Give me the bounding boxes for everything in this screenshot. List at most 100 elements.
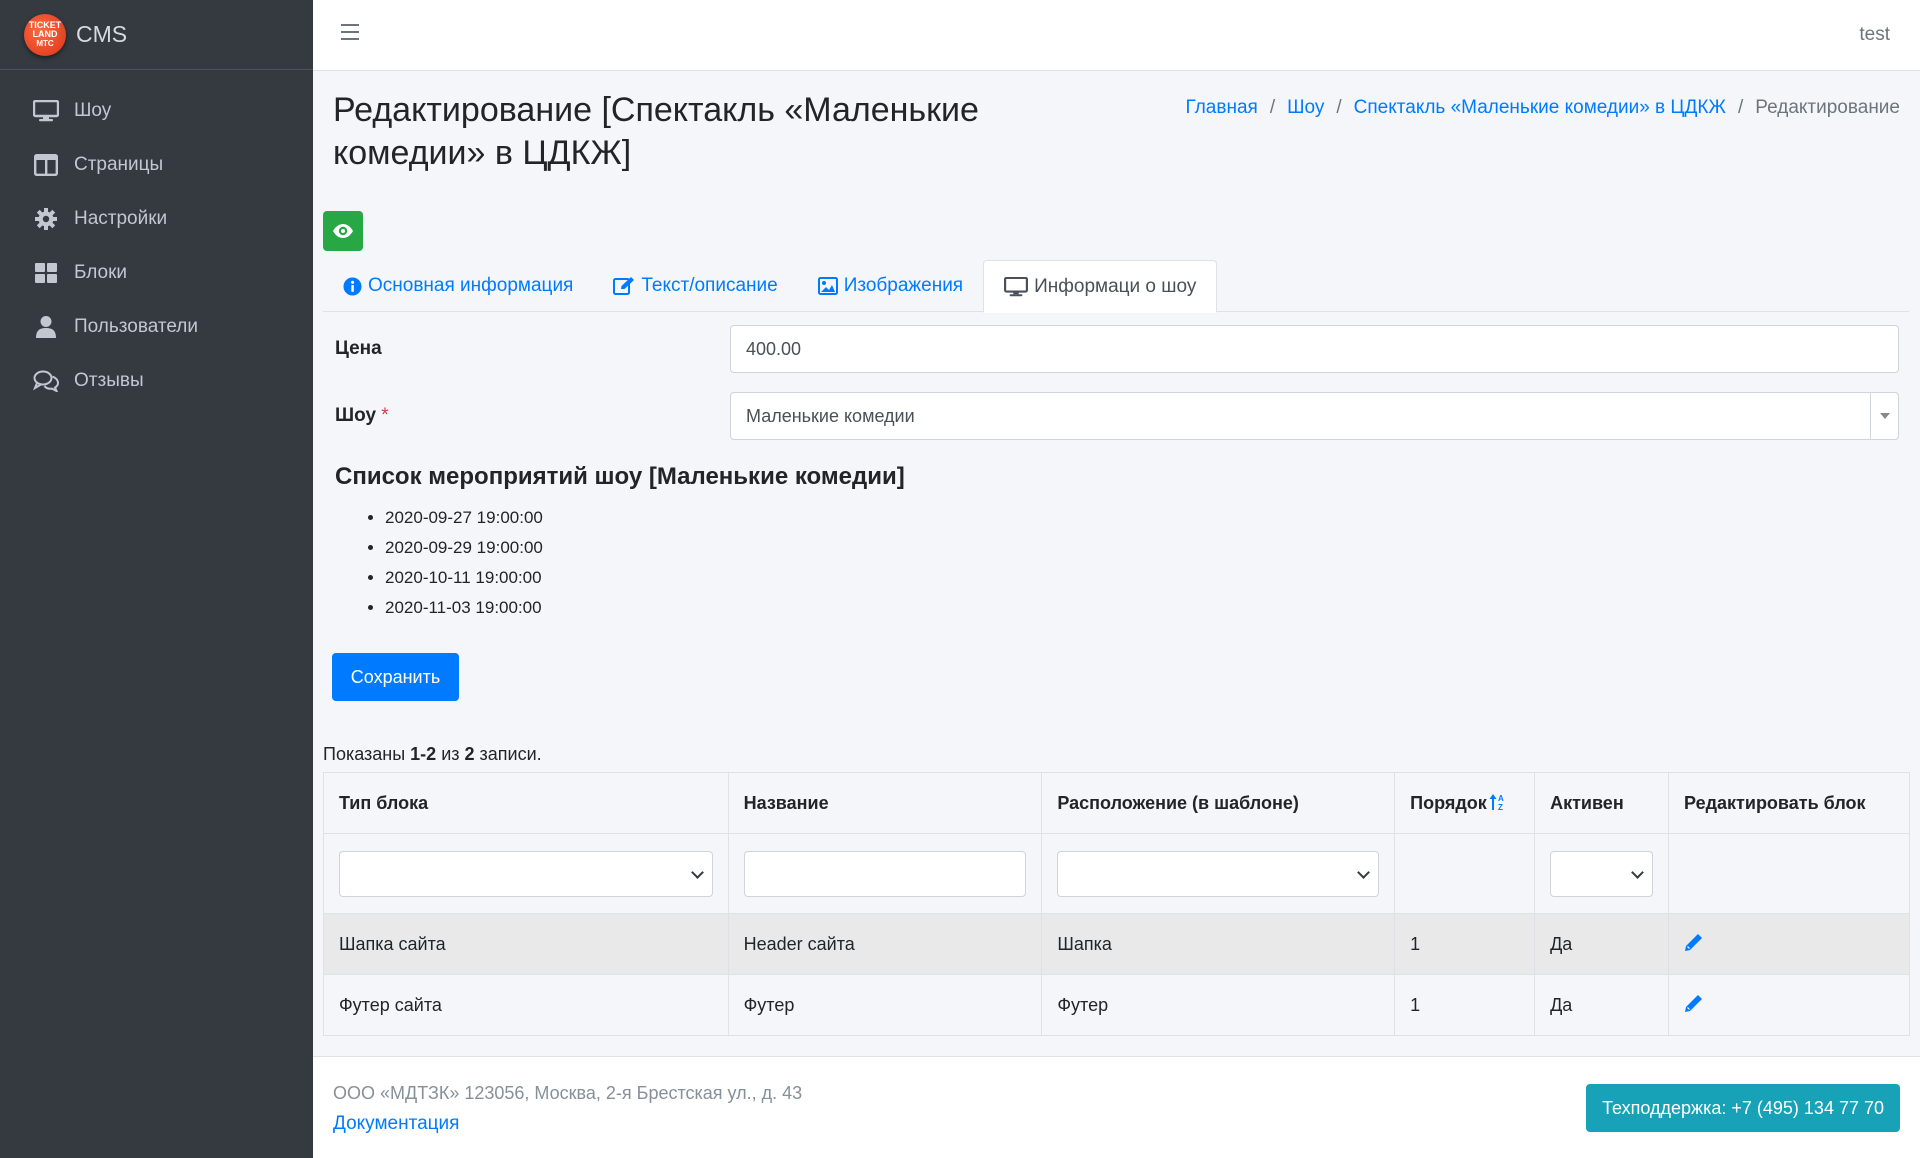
grid-icon (32, 261, 60, 285)
support-button[interactable]: Техподдержка: +7 (495) 134 77 70 (1586, 1084, 1900, 1132)
sidebar-item-blocks[interactable]: Блоки (0, 246, 313, 300)
filter-cell (1668, 833, 1910, 914)
footer-address: ООО «МДТЗК» 123056, Москва, 2-я Брестска… (333, 1083, 803, 1103)
tab-show-info[interactable]: Информаци о шоу (983, 260, 1218, 313)
filter-cell (1394, 833, 1536, 914)
image-icon (817, 277, 838, 295)
caret-down-icon[interactable] (1870, 393, 1898, 439)
table-row: Футер сайта Футер Футер 1 Да (323, 974, 1910, 1036)
column-header-location: Расположение (в шаблоне) (1041, 772, 1396, 834)
tab-label: Основная информация (368, 275, 574, 296)
info-circle-icon (343, 276, 362, 296)
filter-location-select[interactable] (1057, 850, 1380, 897)
brand-logo: TICKET LAND МТС (24, 13, 66, 56)
sidebar: TICKET LAND МТС CMS Шоу Страницы Настрой… (0, 0, 313, 1158)
events-list: 2020-09-27 19:00:00 2020-09-29 19:00:00 … (385, 503, 543, 623)
tabs: Основная информация Текст/описание Изобр… (323, 260, 1909, 313)
cell-type: Футер сайта (323, 974, 729, 1036)
monitor-icon (32, 99, 60, 123)
price-input[interactable]: 400.00 (730, 325, 1899, 373)
event-item: 2020-09-29 19:00:00 (385, 533, 543, 563)
show-select[interactable]: Маленькие комедии (730, 392, 1899, 440)
tab-text-description[interactable]: Текст/описание (593, 260, 797, 312)
svg-text:A: A (1498, 794, 1504, 803)
sidebar-item-label: Шоу (74, 100, 112, 121)
page-title: Редактирование [Спектакль «Маленькие ком… (333, 91, 979, 172)
breadcrumb-current: Редактирование (1755, 97, 1900, 118)
events-title: Список мероприятий шоу [Маленькие комеди… (335, 463, 905, 490)
cell-order: 1 (1394, 974, 1536, 1036)
monitor-icon (1004, 276, 1029, 296)
user-icon (32, 315, 60, 339)
cell-active: Да (1534, 974, 1670, 1036)
user-menu[interactable]: test (1859, 24, 1890, 46)
brand-link[interactable]: TICKET LAND МТС CMS (0, 0, 313, 70)
save-button[interactable]: Сохранить (332, 653, 459, 701)
tab-label: Текст/описание (641, 275, 778, 296)
tab-label: Информаци о шоу (1034, 275, 1197, 297)
price-value: 400.00 (746, 338, 802, 359)
breadcrumb-home[interactable]: Главная (1185, 97, 1257, 119)
breadcrumb-shows[interactable]: Шоу (1287, 97, 1324, 119)
tab-main-info[interactable]: Основная информация (323, 260, 593, 312)
hamburger-menu-icon[interactable] (341, 24, 359, 44)
top-navbar: test (313, 0, 1920, 71)
sidebar-item-users[interactable]: Пользователи (0, 300, 313, 354)
brand-name: CMS (76, 21, 128, 47)
sidebar-item-label: Блоки (74, 262, 128, 283)
cell-active: Да (1534, 913, 1670, 975)
filter-active-select[interactable] (1550, 850, 1654, 897)
documentation-link[interactable]: Документация (333, 1113, 459, 1135)
sidebar-item-shows[interactable]: Шоу (0, 84, 313, 138)
cell-location: Футер (1041, 974, 1396, 1036)
breadcrumb-separator: / (1269, 97, 1276, 118)
breadcrumb-show-item[interactable]: Спектакль «Маленькие комедии» в ЦДКЖ (1354, 97, 1726, 119)
gear-icon (32, 207, 60, 231)
event-item: 2020-11-03 19:00:00 (385, 593, 543, 623)
cell-order: 1 (1394, 913, 1536, 975)
table-header-row: Тип блока Название Расположение (в шабло… (323, 772, 1910, 834)
sidebar-item-label: Настройки (74, 208, 168, 229)
column-header-order[interactable]: Порядок A Z (1394, 772, 1536, 834)
column-header-active: Активен (1534, 772, 1670, 834)
records-summary: Показаны 1-2 из 2 записи. (323, 744, 542, 764)
price-label: Цена (335, 338, 382, 359)
svg-text:Z: Z (1498, 803, 1503, 811)
cell-type: Шапка сайта (323, 913, 729, 975)
filter-cell (1041, 833, 1396, 914)
comments-icon (32, 369, 60, 393)
show-select-value: Маленькие комедии (746, 405, 915, 426)
columns-icon (32, 153, 60, 177)
filter-type-select[interactable] (339, 850, 713, 897)
sidebar-item-pages[interactable]: Страницы (0, 138, 313, 192)
footer: ООО «МДТЗК» 123056, Москва, 2-я Брестска… (313, 1056, 1920, 1158)
sidebar-item-label: Отзывы (74, 370, 144, 391)
pencil-icon[interactable] (1684, 993, 1704, 1013)
sidebar-nav: Шоу Страницы Настройки Блоки Пользовател… (0, 84, 313, 408)
event-item: 2020-10-11 19:00:00 (385, 563, 543, 593)
tab-images[interactable]: Изображения (798, 260, 983, 312)
view-button[interactable] (323, 211, 363, 251)
breadcrumb-separator: / (1737, 97, 1744, 118)
breadcrumb: Главная / Шоу / Спектакль «Маленькие ком… (1185, 97, 1900, 119)
required-mark: * (381, 405, 389, 426)
column-header-name: Название (727, 772, 1043, 834)
sort-asc-icon: AZ (1489, 793, 1504, 812)
pencil-icon[interactable] (1684, 932, 1704, 952)
eye-icon (333, 224, 353, 238)
filter-cell (323, 833, 729, 914)
filter-cell (727, 833, 1043, 914)
cell-edit (1668, 974, 1910, 1036)
tab-label: Изображения (843, 275, 964, 296)
filter-name-input[interactable] (743, 850, 1027, 897)
show-label: Шоу * (335, 405, 389, 426)
column-header-type: Тип блока (323, 772, 729, 834)
breadcrumb-separator: / (1336, 97, 1342, 118)
filter-row (323, 833, 1910, 914)
edit-icon (613, 277, 635, 295)
table-row: Шапка сайта Header сайта Шапка 1 Да (323, 913, 1910, 975)
sidebar-item-settings[interactable]: Настройки (0, 192, 313, 246)
event-item: 2020-09-27 19:00:00 (385, 503, 543, 533)
sidebar-item-reviews[interactable]: Отзывы (0, 354, 313, 408)
blocks-table: Тип блока Название Расположение (в шабло… (323, 772, 1910, 1036)
